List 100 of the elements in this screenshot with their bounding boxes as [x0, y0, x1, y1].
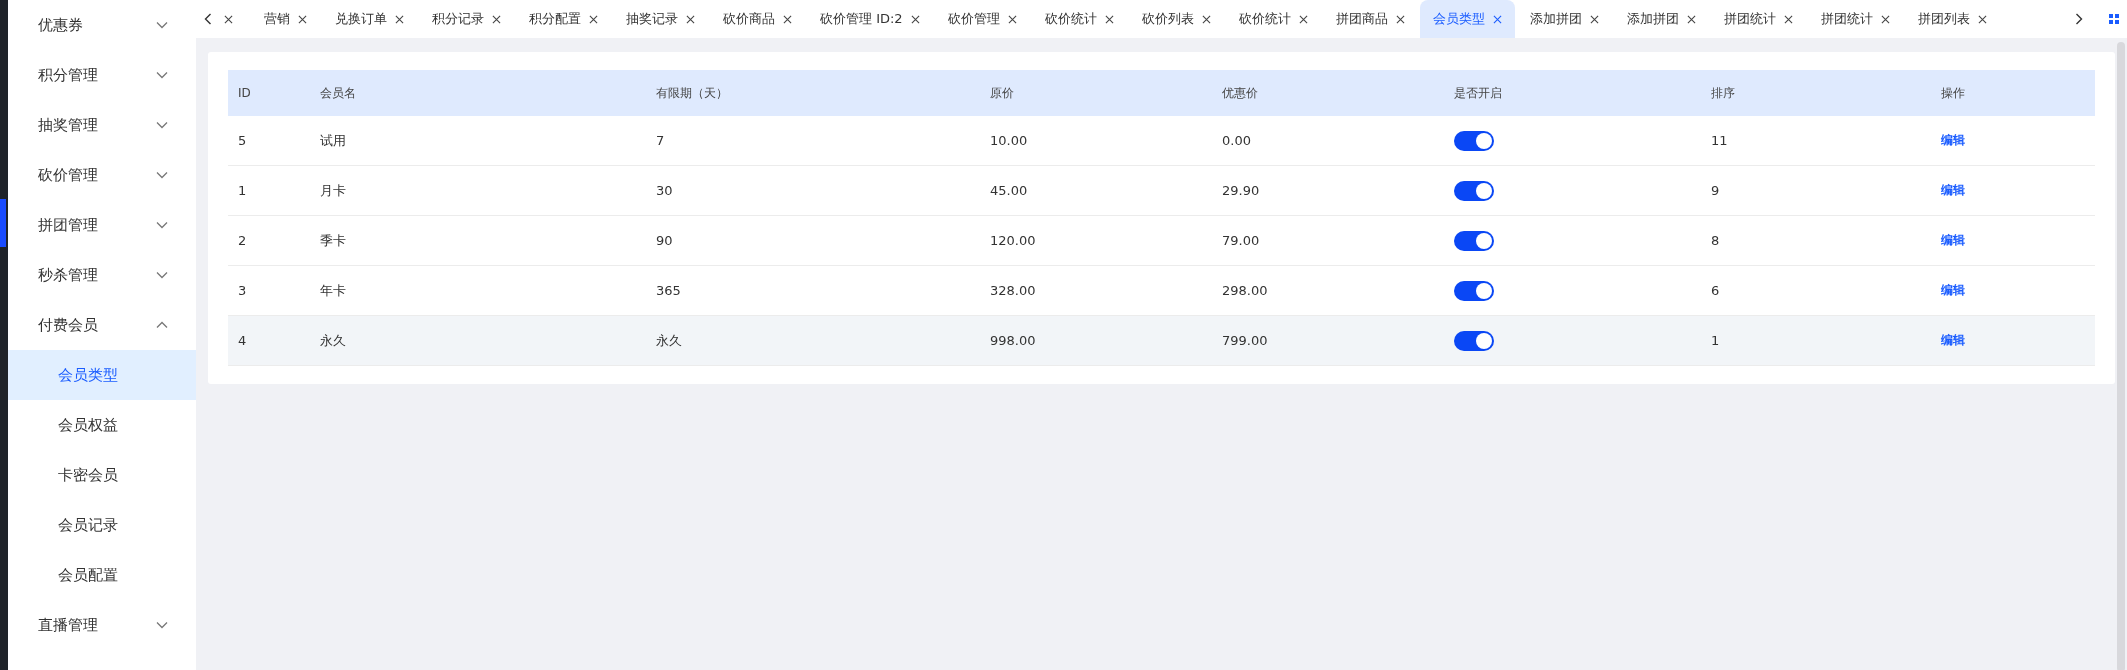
- close-icon[interactable]: [686, 14, 695, 24]
- tab-label: 营销: [264, 10, 290, 28]
- close-icon[interactable]: [492, 14, 501, 24]
- tab-label: 拼团列表: [1917, 10, 1970, 28]
- close-icon[interactable]: [1977, 14, 1987, 24]
- tab[interactable]: 添加拼团: [1613, 0, 1709, 38]
- toggle-switch[interactable]: [1454, 280, 1494, 301]
- sidebar-subitem[interactable]: 卡密会员: [8, 450, 196, 500]
- tab[interactable]: 添加拼团: [1516, 0, 1612, 38]
- chevron-icon: [156, 321, 168, 329]
- toggle-switch[interactable]: [1454, 130, 1494, 151]
- sidebar-subitem[interactable]: 会员类型: [8, 350, 196, 400]
- tab[interactable]: 砍价管理 ID:2: [807, 0, 933, 38]
- table-cell: 45.00: [990, 183, 1028, 198]
- tab[interactable]: 砍价商品: [710, 0, 805, 38]
- tab[interactable]: 砍价统计: [1225, 0, 1321, 38]
- close-icon[interactable]: [783, 14, 792, 24]
- close-icon[interactable]: [1880, 14, 1890, 24]
- sidebar-item[interactable]: 直播管理: [8, 600, 184, 650]
- column-header: 会员名: [320, 85, 356, 100]
- grid-icon[interactable]: [2109, 14, 2119, 24]
- table-cell: 1: [1711, 333, 1720, 348]
- table-cell: 1: [238, 183, 247, 198]
- tab[interactable]: 抽奖记录: [613, 0, 708, 38]
- close-icon[interactable]: [224, 14, 233, 24]
- scroll-left-icon[interactable]: [204, 13, 212, 25]
- sidebar-subitem[interactable]: 会员配置: [8, 550, 196, 600]
- close-icon[interactable]: [1589, 14, 1599, 24]
- column-header: 操作: [1941, 85, 1965, 100]
- toggle-switch[interactable]: [1454, 180, 1494, 201]
- close-icon[interactable]: [1298, 14, 1308, 24]
- tab[interactable]: 砍价列表: [1128, 0, 1224, 38]
- sidebar-item[interactable]: 拼团管理: [8, 200, 184, 250]
- sidebar-item[interactable]: 付费会员: [8, 300, 184, 350]
- tab[interactable]: 积分记录: [419, 0, 514, 38]
- close-icon[interactable]: [589, 14, 598, 24]
- tab-label: 积分配置: [529, 10, 581, 28]
- edit-link[interactable]: 编辑: [1941, 183, 1965, 197]
- edit-link[interactable]: 编辑: [1941, 333, 1965, 347]
- sidebar-item[interactable]: 抽奖管理: [8, 100, 184, 150]
- tab[interactable]: 拼团商品: [1322, 0, 1418, 38]
- tab-label: 砍价统计: [1044, 10, 1097, 28]
- close-icon[interactable]: [1007, 14, 1017, 24]
- tab-label: 砍价管理 ID:2: [820, 10, 903, 28]
- edit-link[interactable]: 编辑: [1941, 283, 1965, 297]
- sidebar-item[interactable]: 积分管理: [8, 50, 184, 100]
- edit-link[interactable]: 编辑: [1941, 233, 1965, 247]
- table-cell: 2: [238, 233, 247, 248]
- tab[interactable]: 会员类型: [1419, 0, 1515, 38]
- table-cell: 365: [656, 283, 681, 298]
- tab-label: 砍价统计: [1238, 10, 1291, 28]
- table-cell: 永久: [320, 332, 346, 348]
- column-header: 优惠价: [1222, 85, 1258, 100]
- close-icon[interactable]: [910, 14, 920, 24]
- close-icon[interactable]: [298, 14, 307, 24]
- close-icon[interactable]: [1395, 14, 1405, 24]
- tab[interactable]: 砍价统计: [1031, 0, 1127, 38]
- tab[interactable]: 拼团统计: [1807, 0, 1903, 38]
- column-header: 排序: [1711, 85, 1735, 100]
- close-icon[interactable]: [1686, 14, 1696, 24]
- chevron-icon: [156, 621, 168, 629]
- table-cell: 120.00: [990, 233, 1036, 248]
- edit-link[interactable]: 编辑: [1941, 133, 1965, 147]
- table-cell: 季卡: [320, 232, 346, 248]
- sidebar-subitem[interactable]: 会员记录: [8, 500, 196, 550]
- close-icon[interactable]: [1201, 14, 1211, 24]
- sidebar-item[interactable]: 优惠券: [8, 0, 184, 50]
- scroll-right-icon[interactable]: [2075, 13, 2083, 25]
- tab-label: 兑换订单: [335, 10, 387, 28]
- tab-label: 积分记录: [432, 10, 484, 28]
- sidebar-subitem[interactable]: 会员权益: [8, 400, 196, 450]
- tab[interactable]: 拼团列表: [1904, 0, 2000, 38]
- table-cell: 4: [238, 333, 247, 348]
- tab[interactable]: 拼团统计: [1710, 0, 1806, 38]
- active-indicator: [0, 199, 6, 247]
- toggle-switch[interactable]: [1454, 230, 1494, 251]
- tab[interactable]: 兑换订单: [322, 0, 417, 38]
- close-icon[interactable]: [1104, 14, 1114, 24]
- close-icon[interactable]: [1783, 14, 1793, 24]
- close-icon[interactable]: [395, 14, 404, 24]
- sidebar-item[interactable]: 砍价管理: [8, 150, 184, 200]
- table-cell: 11: [1711, 133, 1728, 148]
- chevron-icon: [156, 121, 168, 129]
- tab[interactable]: 营销: [251, 0, 320, 38]
- chevron-icon: [156, 271, 168, 279]
- sidebar-item[interactable]: 秒杀管理: [8, 250, 184, 300]
- close-icon[interactable]: [1492, 14, 1502, 24]
- table-cell: 29.90: [1222, 183, 1260, 198]
- table-cell: 298.00: [1222, 283, 1268, 298]
- column-header: ID: [238, 86, 251, 100]
- table-cell: 8: [1711, 233, 1720, 248]
- tab-label: 拼团商品: [1335, 10, 1388, 28]
- tab[interactable]: 积分配置: [516, 0, 611, 38]
- tab[interactable]: 砍价管理: [934, 0, 1030, 38]
- column-header: 是否开启: [1454, 85, 1502, 100]
- column-header: 原价: [990, 85, 1014, 100]
- table-cell: 998.00: [990, 333, 1036, 348]
- table-cell: 90: [656, 233, 673, 248]
- chevron-icon: [156, 71, 168, 79]
- toggle-switch[interactable]: [1454, 330, 1494, 351]
